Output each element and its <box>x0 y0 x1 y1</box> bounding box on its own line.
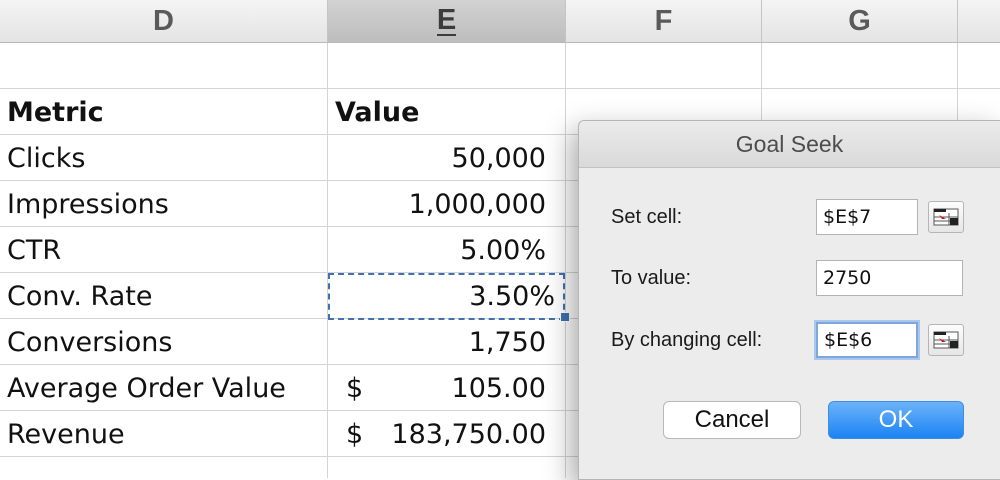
changing-cell-range-picker-button[interactable] <box>928 324 964 356</box>
cancel-button[interactable]: Cancel <box>663 401 801 439</box>
currency-amount: 105.00 <box>451 372 546 404</box>
column-header-e[interactable]: E <box>328 0 566 43</box>
changing-cell-label: By changing cell: <box>611 328 763 351</box>
currency-symbol: $ <box>346 418 364 450</box>
column-header-d[interactable]: D <box>0 0 328 43</box>
ok-button[interactable]: OK <box>828 401 964 439</box>
set-cell-row: Set cell: <box>611 199 682 235</box>
to-value-label: To value: <box>611 266 692 289</box>
column-letter: E <box>436 4 457 36</box>
column-header-g[interactable]: G <box>762 0 958 43</box>
metric-cell-ctr[interactable]: CTR <box>0 227 327 273</box>
metric-header-cell[interactable]: Metric <box>0 89 327 135</box>
grid-line <box>565 43 566 478</box>
value-cell-revenue[interactable]: $ 183,750.00 <box>328 411 565 457</box>
to-value-row: To value: <box>611 260 691 296</box>
to-value-input[interactable] <box>816 260 963 296</box>
currency-amount: 183,750.00 <box>391 418 546 450</box>
value-cell-aov[interactable]: $ 105.00 <box>328 365 565 411</box>
value-cell-ctr[interactable]: 5.00% <box>328 227 565 273</box>
value-header-cell[interactable]: Value <box>328 89 565 135</box>
column-header-h[interactable] <box>958 0 1000 43</box>
metric-cell-revenue[interactable]: Revenue <box>0 411 327 457</box>
changing-cell-row: By changing cell: <box>611 322 762 358</box>
dialog-title: Goal Seek <box>579 121 1000 168</box>
metric-cell-conv-rate[interactable]: Conv. Rate <box>0 273 327 319</box>
currency-symbol: $ <box>346 372 364 404</box>
value-cell-conversions[interactable]: 1,750 <box>328 319 565 365</box>
value-cell-clicks[interactable]: 50,000 <box>328 135 565 181</box>
column-letter: G <box>848 4 871 37</box>
set-cell-range-picker-button[interactable] <box>928 201 964 233</box>
changing-cell-input[interactable] <box>816 322 918 358</box>
range-select-icon <box>933 331 959 349</box>
set-cell-input[interactable] <box>816 199 918 235</box>
metric-cell-impressions[interactable]: Impressions <box>0 181 327 227</box>
column-letter: D <box>153 4 174 37</box>
metric-cell-conversions[interactable]: Conversions <box>0 319 327 365</box>
column-header-f[interactable]: F <box>566 0 762 43</box>
goal-seek-dialog: Goal Seek Set cell: To value: By changin… <box>578 120 1000 480</box>
column-letter: F <box>654 4 673 37</box>
set-cell-label: Set cell: <box>611 205 683 228</box>
value-cell-impressions[interactable]: 1,000,000 <box>328 181 565 227</box>
metric-cell-clicks[interactable]: Clicks <box>0 135 327 181</box>
range-select-icon <box>933 208 959 226</box>
value-cell-conv-rate-selected[interactable]: 3.50% <box>328 273 565 320</box>
metric-cell-aov[interactable]: Average Order Value <box>0 365 327 411</box>
